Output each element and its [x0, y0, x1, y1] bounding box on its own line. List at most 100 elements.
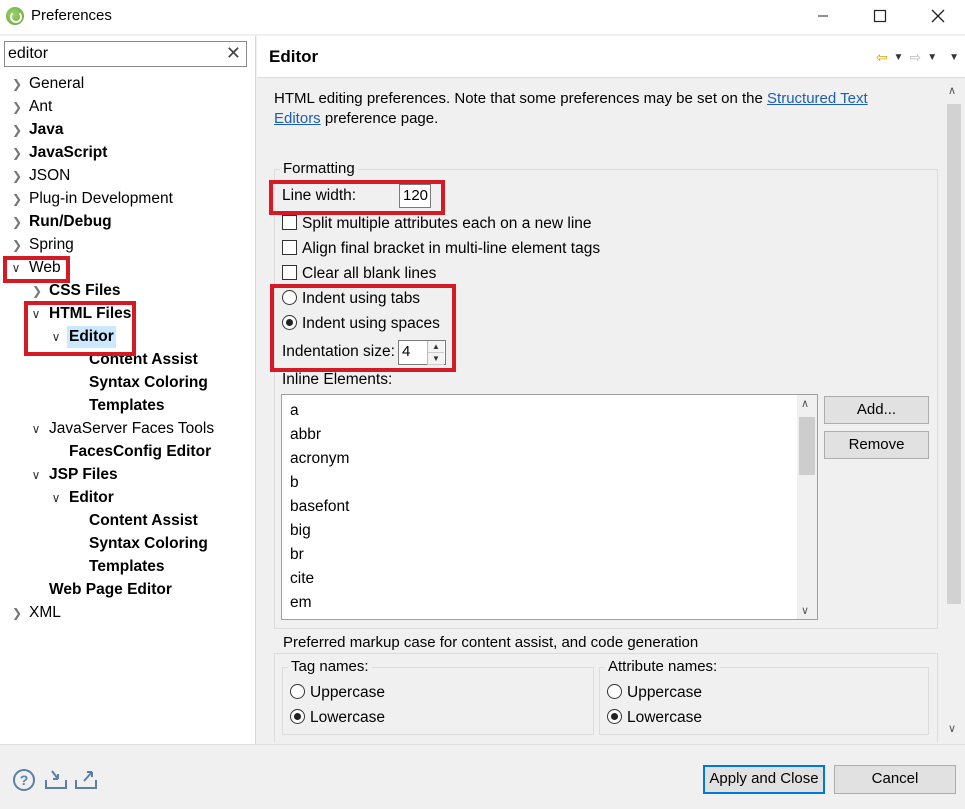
checkbox-box[interactable]	[282, 240, 297, 255]
page-title: Editor	[269, 47, 319, 66]
import-icon[interactable]	[44, 768, 68, 790]
spin-up-icon[interactable]: ▲	[428, 341, 444, 353]
checkbox-box[interactable]	[282, 265, 297, 280]
description-text-end: preference page.	[320, 110, 439, 127]
chevron-down-icon[interactable]: ∨	[49, 487, 63, 509]
clear-blank-lines-checkbox[interactable]: Clear all blank lines	[282, 263, 436, 285]
list-item[interactable]: em	[290, 591, 312, 615]
radio-label: Lowercase	[627, 709, 702, 726]
close-button[interactable]	[915, 0, 961, 32]
tree-label: Web Page Editor	[49, 581, 172, 598]
tree-label: Editor	[69, 489, 114, 506]
view-menu-icon[interactable]: ▼	[949, 52, 959, 63]
back-arrow-icon[interactable]: ⇦	[876, 49, 888, 66]
scroll-up-icon[interactable]: ∧	[948, 84, 956, 97]
align-bracket-checkbox[interactable]: Align final bracket in multi-line elemen…	[282, 238, 600, 260]
list-item[interactable]: b	[290, 471, 299, 495]
tree-label: CSS Files	[49, 282, 121, 299]
tag-lowercase-radio[interactable]: Lowercase	[290, 707, 385, 729]
filter-field[interactable]: ✕	[4, 41, 247, 67]
radio-button[interactable]	[290, 684, 305, 699]
remove-button[interactable]: Remove	[824, 431, 929, 459]
cancel-button[interactable]: Cancel	[834, 765, 956, 794]
attr-lowercase-radio[interactable]: Lowercase	[607, 707, 702, 729]
chevron-right-icon[interactable]: ❯	[10, 142, 24, 164]
scrollbar-thumb[interactable]	[947, 104, 961, 604]
close-icon	[931, 9, 945, 23]
radio-button[interactable]	[282, 290, 297, 305]
list-item[interactable]: br	[290, 543, 304, 567]
tree-label: Ant	[29, 98, 53, 115]
split-attributes-checkbox[interactable]: Split multiple attributes each on a new …	[282, 213, 592, 235]
indent-tabs-radio[interactable]: Indent using tabs	[282, 288, 420, 310]
list-item[interactable]: a	[290, 399, 299, 423]
inline-elements-text: Inline Elements:	[282, 371, 393, 388]
export-icon[interactable]	[74, 768, 98, 790]
radio-button-selected[interactable]	[290, 709, 305, 724]
scroll-up-icon[interactable]: ∧	[801, 397, 809, 410]
minimize-icon	[818, 15, 828, 17]
page-description: HTML editing preferences. Note that some…	[274, 89, 914, 129]
spin-down-icon[interactable]: ▼	[428, 353, 444, 365]
attr-uppercase-radio[interactable]: Uppercase	[607, 682, 702, 704]
radio-button-selected[interactable]	[607, 709, 622, 724]
chevron-right-icon[interactable]: ❯	[10, 188, 24, 210]
spring-app-icon	[6, 7, 24, 25]
radio-button-selected[interactable]	[282, 315, 297, 330]
indent-spaces-radio[interactable]: Indent using spaces	[282, 313, 440, 335]
window-title: Preferences	[31, 7, 112, 24]
add-button[interactable]: Add...	[824, 396, 929, 424]
tree-label: JavaScript	[29, 144, 108, 161]
tree-label: Templates	[89, 558, 165, 575]
tree-label: Syntax Coloring	[89, 535, 208, 552]
tag-uppercase-radio[interactable]: Uppercase	[290, 682, 385, 704]
apply-and-close-button[interactable]: Apply and Close	[703, 765, 825, 794]
forward-dropdown-icon[interactable]: ▼	[927, 52, 937, 63]
scrollbar-thumb[interactable]	[799, 417, 815, 475]
chevron-down-icon[interactable]: ∨	[29, 418, 43, 440]
radio-label: Lowercase	[310, 709, 385, 726]
chevron-right-icon[interactable]: ❯	[10, 96, 24, 118]
chevron-right-icon[interactable]: ❯	[10, 234, 24, 256]
chevron-right-icon[interactable]: ❯	[30, 280, 44, 302]
indentation-size-value[interactable]: 4	[402, 343, 410, 360]
help-icon[interactable]: ?	[13, 769, 35, 791]
minimize-button[interactable]	[800, 0, 846, 32]
tree-label: Run/Debug	[29, 213, 112, 230]
title-bar: Preferences	[0, 0, 965, 34]
chevron-down-icon[interactable]: ∨	[29, 303, 43, 325]
clear-filter-icon[interactable]: ✕	[226, 43, 241, 64]
list-item[interactable]: acronym	[290, 447, 349, 471]
tree-label: FacesConfig Editor	[69, 443, 212, 460]
chevron-down-icon[interactable]: ∨	[29, 464, 43, 486]
list-item[interactable]: big	[290, 519, 311, 543]
tree-label: Templates	[89, 397, 165, 414]
chevron-right-icon[interactable]: ❯	[10, 73, 24, 95]
radio-button[interactable]	[607, 684, 622, 699]
forward-arrow-icon[interactable]: ⇨	[909, 49, 921, 66]
list-item[interactable]: abbr	[290, 423, 321, 447]
chevron-down-icon[interactable]: ∨	[49, 326, 63, 348]
list-item[interactable]: basefont	[290, 495, 349, 519]
filter-input[interactable]	[8, 44, 218, 64]
tree-label: Spring	[29, 236, 74, 253]
page-scrollbar[interactable]: ∧ ∨	[945, 82, 963, 737]
maximize-button[interactable]	[857, 0, 903, 32]
spinner-buttons[interactable]: ▲ ▼	[427, 341, 444, 365]
line-width-input[interactable]: 120	[399, 184, 431, 208]
chevron-right-icon[interactable]: ❯	[10, 165, 24, 187]
chevron-right-icon[interactable]: ❯	[10, 211, 24, 233]
dialog-footer: ? Apply and Close Cancel	[0, 744, 965, 809]
scroll-down-icon[interactable]: ∨	[948, 722, 956, 735]
indentation-size-spinner[interactable]: 4 ▲ ▼	[398, 340, 446, 365]
list-item[interactable]: cite	[290, 567, 314, 591]
list-scrollbar[interactable]: ∧ ∨	[797, 395, 817, 619]
preferences-window: Preferences ✕ ❯ General ❯ Ant ❯ Java ❯	[0, 0, 965, 809]
inline-elements-list[interactable]: a abbr acronym b basefont big br cite em…	[281, 394, 818, 620]
checkbox-box[interactable]	[282, 215, 297, 230]
chevron-right-icon[interactable]: ❯	[10, 119, 24, 141]
chevron-right-icon[interactable]: ❯	[10, 602, 24, 624]
back-dropdown-icon[interactable]: ▼	[894, 52, 904, 63]
scroll-down-icon[interactable]: ∨	[801, 604, 809, 617]
chevron-down-icon[interactable]: ∨	[9, 257, 23, 279]
